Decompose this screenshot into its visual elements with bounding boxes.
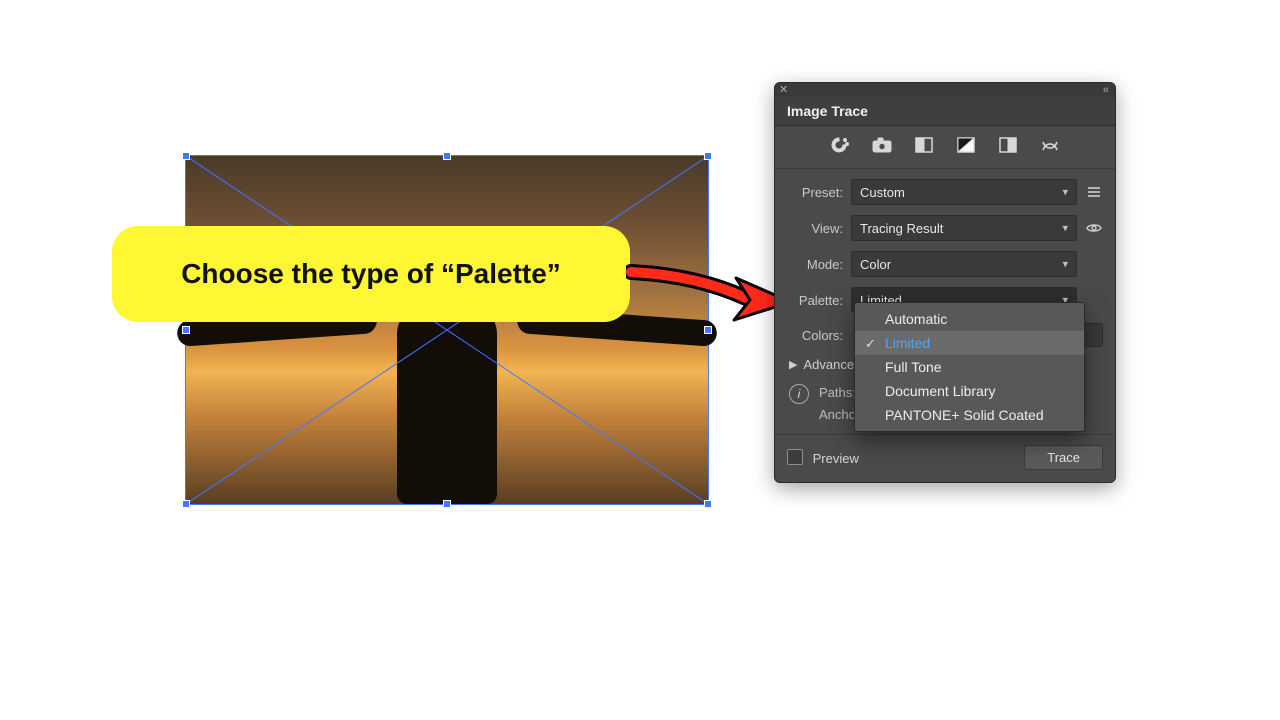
sunburst-glow [417, 326, 477, 386]
selection-handle-top-center[interactable] [444, 153, 450, 159]
palette-option[interactable]: Full Tone [855, 355, 1084, 379]
palette-option-label: Full Tone [885, 359, 942, 375]
panel-title-tab[interactable]: Image Trace [775, 97, 1115, 126]
palette-option[interactable]: PANTONE+ Solid Coated [855, 403, 1084, 427]
chevron-down-icon: ▾ [1062, 186, 1068, 199]
trace-preset-icons-row [775, 126, 1115, 169]
view-select-value: Tracing Result [860, 221, 943, 236]
preview-checkbox[interactable]: Preview [787, 449, 859, 466]
trace-button-label: Trace [1047, 450, 1080, 465]
chevron-right-icon: ▶ [789, 358, 797, 371]
selection-handle-bottom-right[interactable] [705, 501, 711, 507]
palette-option-label: Automatic [885, 311, 947, 327]
palette-option-label: PANTONE+ Solid Coated [885, 407, 1044, 423]
advanced-label: Advanced [803, 357, 861, 372]
selection-cross-lines [186, 156, 708, 504]
check-icon: ✓ [865, 336, 876, 352]
palette-option[interactable]: Document Library [855, 379, 1084, 403]
mode-label: Mode: [787, 257, 843, 272]
selection-handle-middle-left[interactable] [183, 327, 189, 333]
chevron-down-icon: ▾ [1062, 222, 1068, 235]
preview-label: Preview [813, 451, 859, 466]
annotation-callout: Choose the type of “Palette” [112, 226, 630, 322]
colors-value-box[interactable] [1083, 323, 1103, 347]
selection-handle-top-left[interactable] [183, 153, 189, 159]
colors-label: Colors: [787, 328, 843, 343]
annotation-callout-text: Choose the type of “Palette” [181, 258, 561, 290]
trace-button[interactable]: Trace [1024, 445, 1103, 470]
info-icon: i [789, 384, 809, 404]
selection-handle-top-right[interactable] [705, 153, 711, 159]
close-panel-button[interactable]: ✕ [779, 83, 788, 97]
preset-menu-icon[interactable] [1085, 184, 1103, 200]
selection-handle-bottom-left[interactable] [183, 501, 189, 507]
chevron-down-icon: ▾ [1062, 258, 1068, 271]
checkbox-box[interactable] [787, 449, 803, 465]
palette-option[interactable]: Automatic [855, 307, 1084, 331]
palette-dropdown[interactable]: Automatic ✓ Limited Full Tone Document Libra… [854, 302, 1085, 432]
palette-label: Palette: [787, 293, 843, 308]
mode-select-value: Color [860, 257, 891, 272]
view-label: View: [787, 221, 843, 236]
preset-label: Preset: [787, 185, 843, 200]
preset-select-value: Custom [860, 185, 905, 200]
grayscale-icon[interactable] [914, 136, 934, 154]
collapse-panel-button[interactable]: « [1103, 83, 1109, 97]
preset-select[interactable]: Custom ▾ [851, 179, 1077, 205]
autocolor-icon[interactable] [830, 136, 850, 154]
palette-option[interactable]: ✓ Limited [855, 331, 1084, 355]
camera-icon[interactable] [872, 136, 892, 154]
image-trace-panel: ✕ « Image Trace [774, 82, 1116, 483]
canvas-selected-image[interactable] [186, 156, 708, 504]
outline-icon[interactable] [998, 136, 1018, 154]
paths-label: Paths: [819, 385, 856, 400]
selection-handle-bottom-center[interactable] [444, 501, 450, 507]
palette-option-label: Document Library [885, 383, 996, 399]
blackwhite-icon[interactable] [956, 136, 976, 154]
selection-handle-middle-right[interactable] [705, 327, 711, 333]
panel-title-label: Image Trace [787, 103, 868, 119]
lineart-icon[interactable] [1040, 136, 1060, 154]
palette-option-label: Limited [885, 335, 930, 351]
view-select[interactable]: Tracing Result ▾ [851, 215, 1077, 241]
eye-icon[interactable] [1085, 220, 1103, 236]
panel-topbar: ✕ « [775, 83, 1115, 97]
mode-select[interactable]: Color ▾ [851, 251, 1077, 277]
